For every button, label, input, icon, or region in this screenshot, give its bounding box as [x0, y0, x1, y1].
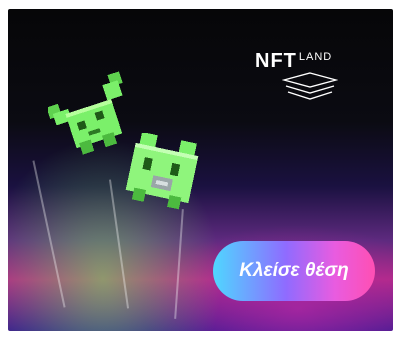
light-streak	[32, 160, 66, 308]
nftland-logo: NFT LAND	[255, 51, 365, 105]
logo-sub-text: LAND	[298, 51, 333, 63]
light-streak	[174, 209, 184, 319]
pixel-frog-creature	[125, 133, 199, 210]
nftland-banner-ad[interactable]: NFT LAND Κλείσε θέση	[8, 9, 393, 331]
logo-main-text: NFT	[255, 50, 297, 72]
reserve-spot-button[interactable]: Κλείσε θέση	[213, 241, 375, 301]
reserve-spot-label: Κλείσε θέση	[239, 260, 349, 281]
stacked-layers-icon	[282, 72, 338, 100]
